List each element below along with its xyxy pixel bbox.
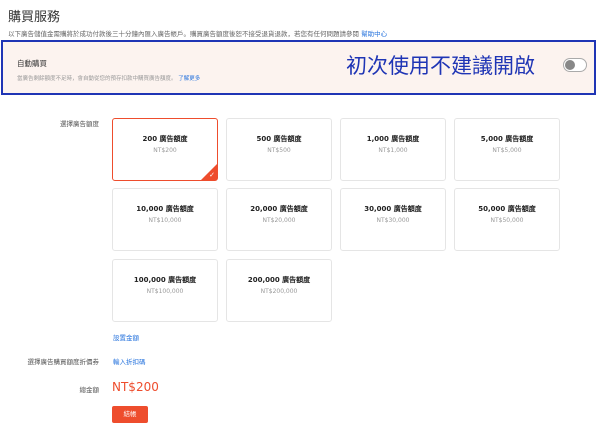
page-description: 以下廣告儲值金需購將於成功付款後三十分鐘內匯入廣告帳戶。購買廣告額度後恕不接受退… (8, 28, 387, 38)
annotation-note: 初次使用不建議開啟 (346, 54, 535, 78)
toggle-knob (565, 60, 575, 70)
total-label: 總金額 (79, 386, 100, 394)
auto-purchase-description-text: 當廣告剩餘額度不足時，會自動從您的預存扣款中購買廣告額度。 (17, 76, 177, 82)
amount-option-price: NT$1,000 (378, 147, 408, 154)
amount-option-200000[interactable]: 200,000 廣告額度 NT$200,000 (226, 259, 332, 322)
auto-purchase-description: 當廣告剩餘額度不足時，會自動從您的預存扣款中購買廣告額度。 了解更多 (17, 74, 200, 82)
amount-option-title: 50,000 廣告額度 (478, 205, 536, 213)
amount-option-title: 20,000 廣告額度 (250, 205, 308, 213)
amount-option-title: 100,000 廣告額度 (133, 276, 197, 284)
auto-purchase-title: 自動購買 (17, 59, 47, 68)
amount-option-1000[interactable]: 1,000 廣告額度 NT$1,000 (340, 118, 446, 181)
coupon-label: 選擇廣告購買額度折價券 (27, 358, 100, 366)
amount-option-price: NT$30,000 (376, 217, 410, 224)
amount-option-30000[interactable]: 30,000 廣告額度 NT$30,000 (340, 188, 446, 251)
amount-option-title: 5,000 廣告額度 (480, 135, 534, 143)
page-description-text: 以下廣告儲值金需購將於成功付款後三十分鐘內匯入廣告帳戶。購買廣告額度後恕不接受退… (8, 30, 359, 38)
amount-option-price: NT$50,000 (490, 217, 524, 224)
amount-option-title: 200 廣告額度 (142, 135, 188, 143)
amount-option-10000[interactable]: 10,000 廣告額度 NT$10,000 (112, 188, 218, 251)
amount-option-price: NT$10,000 (148, 217, 182, 224)
amount-option-title: 30,000 廣告額度 (364, 205, 422, 213)
amount-option-price: NT$200,000 (260, 288, 298, 295)
amount-option-price: NT$20,000 (262, 217, 296, 224)
amount-option-price: NT$200 (153, 147, 177, 154)
learn-more-link[interactable]: 了解更多 (178, 76, 200, 82)
page-title: 購買服務 (8, 10, 61, 25)
amount-option-500[interactable]: 500 廣告額度 NT$500 (226, 118, 332, 181)
checkmark-icon: ✓ (209, 171, 215, 179)
auto-purchase-panel: 自動購買 當廣告剩餘額度不足時，會自動從您的預存扣款中購買廣告額度。 了解更多 … (1, 40, 596, 95)
amount-label: 選擇廣告額度 (60, 120, 99, 128)
purchase-service-page: 購買服務 以下廣告儲值金需購將於成功付款後三十分鐘內匯入廣告帳戶。購買廣告額度後… (0, 0, 600, 432)
checkout-button[interactable]: 結帳 (112, 406, 148, 423)
amount-option-title: 500 廣告額度 (256, 135, 302, 143)
amount-option-200[interactable]: 200 廣告額度 NT$200 ✓ (112, 118, 218, 181)
amount-option-50000[interactable]: 50,000 廣告額度 NT$50,000 (454, 188, 560, 251)
amount-option-5000[interactable]: 5,000 廣告額度 NT$5,000 (454, 118, 560, 181)
amount-option-title: 10,000 廣告額度 (136, 205, 194, 213)
help-center-link[interactable]: 幫助中心 (361, 30, 387, 38)
coupon-code-link[interactable]: 輸入折扣碼 (113, 356, 146, 366)
amount-option-100000[interactable]: 100,000 廣告額度 NT$100,000 (112, 259, 218, 322)
amount-option-price: NT$500 (267, 147, 291, 154)
amount-option-title: 1,000 廣告額度 (366, 135, 420, 143)
amount-option-title: 200,000 廣告額度 (247, 276, 311, 284)
total-amount: NT$200 (112, 380, 159, 394)
amount-option-price: NT$5,000 (492, 147, 522, 154)
auto-purchase-toggle[interactable] (563, 58, 587, 72)
custom-amount-link[interactable]: 設置金額 (113, 332, 139, 342)
amount-option-price: NT$100,000 (146, 288, 184, 295)
amount-option-20000[interactable]: 20,000 廣告額度 NT$20,000 (226, 188, 332, 251)
